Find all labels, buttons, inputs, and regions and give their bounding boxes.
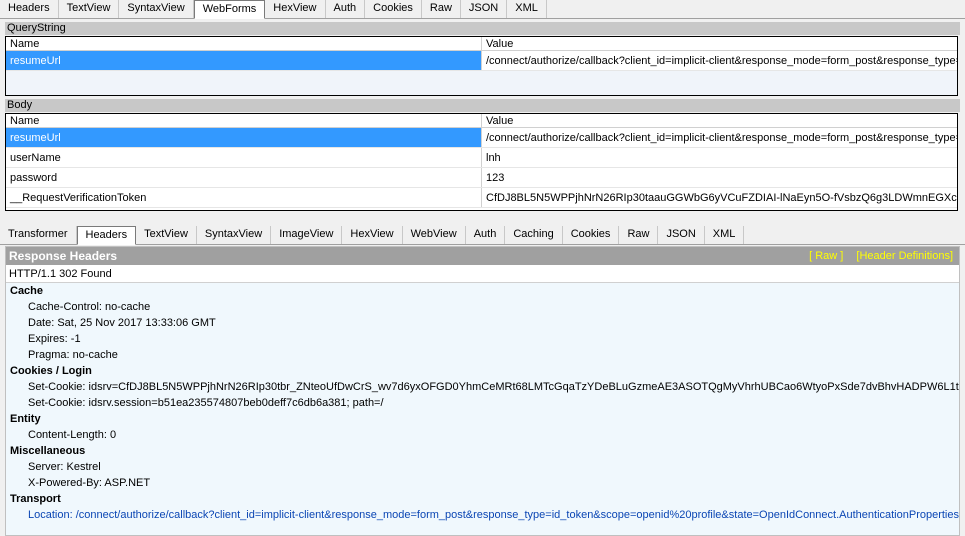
param-value[interactable]: /connect/authorize/callback?client_id=im… bbox=[482, 51, 957, 70]
group-title-entity[interactable]: Entity bbox=[6, 411, 959, 427]
table-row[interactable]: resumeUrl /connect/authorize/callback?cl… bbox=[6, 128, 957, 148]
table-row[interactable]: __RequestVerificationToken CfDJ8BL5N5WPP… bbox=[6, 188, 957, 208]
tab-transformer[interactable]: Transformer bbox=[0, 226, 77, 244]
group-title-cache[interactable]: Cache bbox=[6, 283, 959, 299]
tab-json[interactable]: JSON bbox=[658, 226, 705, 244]
location-header-link[interactable]: Location: /connect/authorize/callback?cl… bbox=[6, 507, 959, 523]
header-line[interactable]: Content-Length: 0 bbox=[6, 427, 959, 443]
tab-auth[interactable]: Auth bbox=[465, 226, 506, 244]
param-value[interactable]: /connect/authorize/callback?client_id=im… bbox=[482, 128, 957, 147]
header-line[interactable]: Cache-Control: no-cache bbox=[6, 299, 959, 315]
group-title-transport[interactable]: Transport bbox=[6, 491, 959, 507]
tab-caching[interactable]: Caching bbox=[505, 226, 563, 244]
header-definitions-link[interactable]: [Header Definitions] bbox=[856, 250, 953, 262]
status-line[interactable]: HTTP/1.1 302 Found bbox=[6, 265, 959, 283]
tab-cookies[interactable]: Cookies bbox=[562, 226, 620, 244]
param-name[interactable]: resumeUrl bbox=[6, 51, 482, 70]
param-value[interactable]: lnh bbox=[482, 148, 957, 167]
tab-hexview[interactable]: HexView bbox=[342, 226, 403, 244]
param-name[interactable]: password bbox=[6, 168, 482, 187]
body-header-row: Name Value bbox=[6, 114, 957, 128]
header-line[interactable]: Pragma: no-cache bbox=[6, 347, 959, 363]
body-grid[interactable]: Name Value resumeUrl /connect/authorize/… bbox=[5, 113, 958, 211]
table-row[interactable]: userName lnh bbox=[6, 148, 957, 168]
param-name[interactable]: userName bbox=[6, 148, 482, 167]
querystring-grid[interactable]: Name Value resumeUrl /connect/authorize/… bbox=[5, 36, 958, 96]
group-title-cookies-login[interactable]: Cookies / Login bbox=[6, 363, 959, 379]
header-line[interactable]: Set-Cookie: idsrv.session=b51ea235574807… bbox=[6, 395, 959, 411]
response-headers-panel: Response Headers [ Raw ] [Header Definit… bbox=[5, 246, 960, 536]
tab-syntaxview[interactable]: SyntaxView bbox=[119, 0, 194, 18]
param-value[interactable]: CfDJ8BL5N5WPPjhNrN26RIp30taauGGWbG6yVCuF… bbox=[482, 188, 957, 207]
tab-textview[interactable]: TextView bbox=[136, 226, 197, 244]
request-tab-bar: Headers TextView SyntaxView WebForms Hex… bbox=[0, 0, 965, 19]
column-header-name[interactable]: Name bbox=[6, 114, 482, 127]
header-line[interactable]: Expires: -1 bbox=[6, 331, 959, 347]
param-name[interactable]: __RequestVerificationToken bbox=[6, 188, 482, 207]
tab-cookies[interactable]: Cookies bbox=[365, 0, 422, 18]
tab-xml[interactable]: XML bbox=[507, 0, 547, 18]
tab-headers[interactable]: Headers bbox=[76, 226, 137, 245]
raw-link[interactable]: [ Raw ] bbox=[809, 250, 843, 262]
param-value[interactable]: 123 bbox=[482, 168, 957, 187]
column-header-name[interactable]: Name bbox=[6, 37, 482, 50]
param-name[interactable]: resumeUrl bbox=[6, 128, 482, 147]
tab-hexview[interactable]: HexView bbox=[265, 0, 326, 18]
column-header-value[interactable]: Value bbox=[482, 37, 957, 50]
header-line[interactable]: Date: Sat, 25 Nov 2017 13:33:06 GMT bbox=[6, 315, 959, 331]
response-tab-bar: Transformer Headers TextView SyntaxView … bbox=[0, 225, 965, 245]
header-line[interactable]: Set-Cookie: idsrv=CfDJ8BL5N5WPPjhNrN26RI… bbox=[6, 379, 959, 395]
grid-empty-area bbox=[6, 71, 957, 95]
tab-webforms[interactable]: WebForms bbox=[193, 0, 266, 19]
column-header-value[interactable]: Value bbox=[482, 114, 957, 127]
tab-webview[interactable]: WebView bbox=[402, 226, 466, 244]
response-headers-title: Response Headers bbox=[9, 249, 118, 263]
querystring-header-row: Name Value bbox=[6, 37, 957, 51]
table-row[interactable]: resumeUrl /connect/authorize/callback?cl… bbox=[6, 51, 957, 71]
group-title-miscellaneous[interactable]: Miscellaneous bbox=[6, 443, 959, 459]
tab-textview[interactable]: TextView bbox=[58, 0, 120, 18]
table-row[interactable]: password 123 bbox=[6, 168, 957, 188]
tab-json[interactable]: JSON bbox=[460, 0, 508, 18]
header-line[interactable]: Server: Kestrel bbox=[6, 459, 959, 475]
tab-imageview[interactable]: ImageView bbox=[271, 226, 343, 244]
tab-headers[interactable]: Headers bbox=[0, 0, 59, 18]
tab-raw[interactable]: Raw bbox=[619, 226, 659, 244]
querystring-title: QueryString bbox=[5, 22, 960, 35]
body-title: Body bbox=[5, 99, 960, 112]
tab-syntaxview[interactable]: SyntaxView bbox=[196, 226, 272, 244]
header-line[interactable]: X-Powered-By: ASP.NET bbox=[6, 475, 959, 491]
tab-raw[interactable]: Raw bbox=[421, 0, 461, 18]
response-headers-header: Response Headers [ Raw ] [Header Definit… bbox=[6, 247, 959, 265]
tab-auth[interactable]: Auth bbox=[325, 0, 366, 18]
header-links: [ Raw ] [Header Definitions] bbox=[799, 247, 953, 265]
tab-xml[interactable]: XML bbox=[704, 226, 745, 244]
